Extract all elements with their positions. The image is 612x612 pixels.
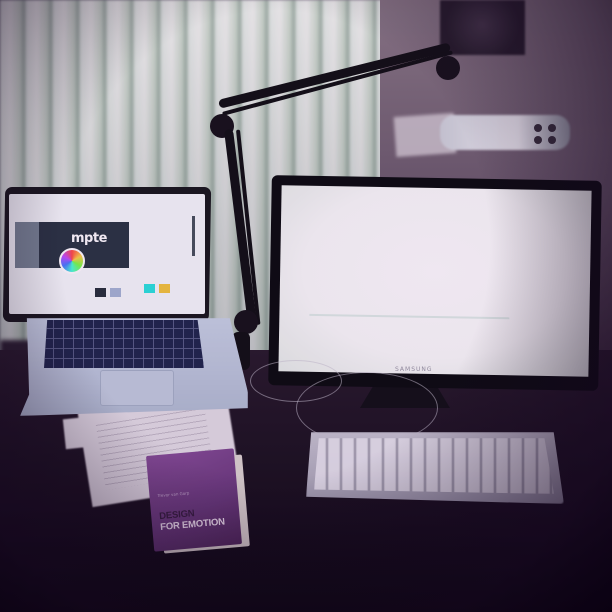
color-swatch	[95, 288, 106, 297]
app-title-text: mpte	[71, 231, 107, 246]
color-swatch	[159, 284, 170, 293]
wall-poster	[440, 0, 525, 55]
external-keyboard-keys	[314, 438, 554, 494]
color-wheel-icon	[59, 248, 85, 274]
boom-arm-joint	[234, 310, 258, 334]
app-banner-side	[15, 222, 39, 268]
laptop-screen: mpte	[9, 194, 205, 314]
laptop-keyboard	[44, 320, 204, 368]
laptop-trackpad	[100, 370, 174, 406]
color-swatch	[110, 288, 121, 297]
boom-arm-joint	[436, 56, 460, 80]
book-cover: Trevor van Gorp DESIGN FOR EMOTION	[145, 448, 243, 552]
screen-content-line	[309, 313, 510, 320]
monitor-screen	[278, 185, 592, 377]
mic-screw	[548, 136, 556, 144]
color-swatch	[144, 284, 155, 293]
microphone-mount	[440, 115, 570, 150]
monitor-brand-label: SAMSUNG	[395, 366, 433, 373]
book-author: Trevor van Gorp	[157, 490, 190, 499]
book-title: DESIGN FOR EMOTION	[159, 504, 241, 533]
mic-screw	[548, 124, 556, 132]
mic-screw	[534, 136, 542, 144]
app-scrollbar	[192, 216, 195, 256]
desk-setup-photo: mpte SAMSUNG Trevor van Gorp DESIGN FOR …	[0, 0, 612, 612]
mic-screw	[534, 124, 542, 132]
